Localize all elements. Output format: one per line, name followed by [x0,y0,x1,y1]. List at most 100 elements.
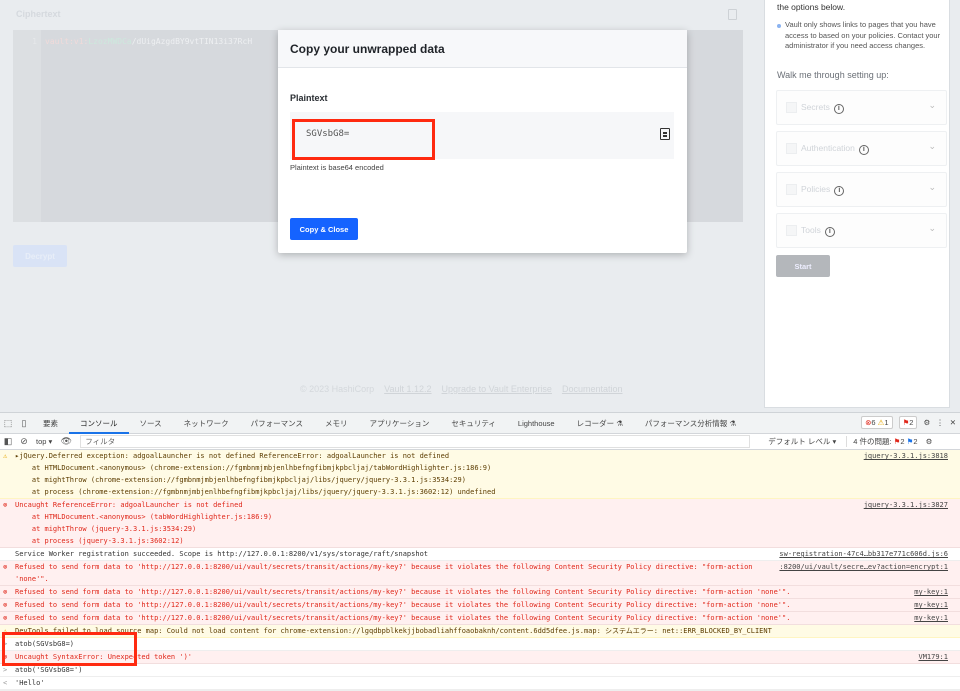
devtools-tab[interactable]: メモリ [314,413,359,434]
message-text: Refused to send form data to 'http://127… [15,601,790,609]
unwrap-modal: Copy your unwrapped data Plaintext SGVsb… [278,30,687,253]
item-label: Authentication [801,143,855,153]
checkbox[interactable] [786,143,797,154]
info-icon[interactable]: i [834,186,844,196]
error-icon: ⊗ [3,499,7,511]
issues-badge[interactable]: ⚑2 [899,416,918,429]
console-message: ⚠DevTools failed to load source map: Cou… [0,625,960,638]
source-link[interactable]: :8200/ui/vault/secre…ev?action=encrypt:1 [779,561,948,573]
footer: © 2023 HashiCorp Vault 1.12.2 Upgrade to… [300,384,623,394]
documentation-link[interactable]: Documentation [562,384,623,394]
sidebar-note: Vault only shows links to pages that you… [777,20,942,52]
wizard-item-tools[interactable]: Toolsi ⌄ [776,213,947,248]
highlight-box [2,632,137,666]
gear-icon[interactable]: ⚙ [923,418,930,427]
message-text: 'Hello' [15,679,45,687]
upgrade-link[interactable]: Upgrade to Vault Enterprise [442,384,552,394]
source-link[interactable]: my-key:1 [914,599,948,611]
item-label: Tools [801,225,821,235]
start-button[interactable]: Start [776,255,830,277]
message-text: Refused to send form data to 'http://127… [15,563,753,583]
devtools: ⬚ ▯ 要素コンソールソースネットワークパフォーマンスメモリアプリケーションセキ… [0,412,960,670]
error-icon: ⊗ [3,561,7,573]
line-number: 1 [13,30,41,222]
checkbox[interactable] [786,184,797,195]
source-link[interactable]: my-key:1 [914,586,948,598]
devtools-tab[interactable]: パフォーマンス [240,413,314,434]
console-message: ⊗Refused to send form data to 'http://12… [0,612,960,625]
item-label: Secrets [801,102,830,112]
wizard-item-secrets[interactable]: Secrets i ⌄ [776,90,947,125]
error-warning-counts[interactable]: ⊗6 ⚠1 [861,416,892,429]
console-message: ⊗ Refused to send form data to 'http://12… [0,586,960,599]
wizard-item-policies[interactable]: Policies i ⌄ [776,172,947,207]
console-message: >atob(SGVsbG8=) [0,638,960,651]
console-toolbar: ◧ ⊘ top ▾ 👁 フィルタ デフォルト レベル ▾ 4 件の問題: ⚑2 … [0,434,960,450]
ciphertext-value: vault:v1:LzozMWDCa/dUigAzgdBY9vtTIN13i37… [45,37,252,46]
devtools-tabs: ⬚ ▯ 要素コンソールソースネットワークパフォーマンスメモリアプリケーションセキ… [0,413,960,434]
console-settings-icon[interactable]: ⚙ [926,437,933,446]
error-count: 6 [871,418,875,427]
console-message: ⚠ ▸jQuery.Deferred exception: adgoalLaunc… [0,450,960,499]
context-select[interactable]: top ▾ [36,437,52,446]
warning-count: 1 [884,418,888,427]
message-text: ▸jQuery.Deferred exception: adgoalLaunch… [15,452,495,496]
devtools-tab[interactable]: コンソール [69,413,129,434]
version-link[interactable]: Vault 1.12.2 [384,384,431,394]
warning-icon: ⚠ [3,450,7,462]
chevron-down-icon[interactable]: ⌄ [928,182,936,193]
source-link[interactable]: jquery-3.3.1.js:3827 [864,499,948,511]
source-link[interactable]: VM179:1 [918,651,948,663]
devtools-tab[interactable]: セキュリティ [440,413,507,434]
error-icon: ⊗ [3,599,7,611]
message-text: Service Worker registration succeeded. S… [15,550,428,558]
prompt-icon: < [3,677,7,689]
copy-icon[interactable] [728,9,737,20]
console-message: ⊗ Refused to send form data to 'http://12… [0,561,960,586]
devtools-tab[interactable]: パフォーマンス分析情報 ⚗ [634,413,747,434]
level-select[interactable]: デフォルト レベル ▾ [768,436,836,447]
eye-icon[interactable]: 👁 [58,436,74,447]
error-icon: ⊗ [3,586,7,598]
copyright: © 2023 HashiCorp [300,384,374,394]
message-text: Refused to send form data to 'http://127… [15,588,790,596]
devtools-tab[interactable]: ネットワーク [173,413,240,434]
close-icon[interactable]: ✕ [950,418,956,427]
filter-input[interactable]: フィルタ [80,435,750,448]
devtools-tab[interactable]: 要素 [32,413,69,434]
chevron-down-icon[interactable]: ⌄ [928,100,936,111]
device-toolbar-icon[interactable]: ▯ [16,418,32,429]
console-message: ⊗ Refused to send form data to 'http://12… [0,599,960,612]
sidebar-toggle-icon[interactable]: ◧ [0,436,16,447]
more-icon[interactable]: ⋮ [936,418,944,427]
source-link[interactable]: jquery-3.3.1.js:3818 [864,450,948,462]
chevron-down-icon[interactable]: ⌄ [928,223,936,234]
info-icon[interactable]: i [834,104,844,114]
clipboard-icon[interactable] [660,128,670,140]
clear-console-icon[interactable]: ⊘ [16,436,32,447]
cipher-key: LzozMWDCa [88,37,131,46]
copy-close-button[interactable]: Copy & Close [290,218,358,240]
decrypt-button[interactable]: Decrypt [13,245,67,267]
cipher-prefix: vault:v1: [45,37,88,46]
issues-button[interactable]: 4 件の問題: ⚑2 ⚑2 [846,436,917,447]
source-link[interactable]: sw-registration-47c4…bb317e771c606d.js:6 [779,548,948,560]
devtools-tab[interactable]: ソース [129,413,173,434]
info-icon[interactable]: i [825,227,835,237]
devtools-tab[interactable]: レコーダー ⚗ [566,413,634,434]
checkbox[interactable] [786,102,797,113]
walk-heading: Walk me through setting up: [777,70,889,80]
info-icon[interactable]: i [859,145,869,155]
checkbox[interactable] [786,225,797,236]
item-label: Policies [801,184,830,194]
source-link[interactable]: my-key:1 [914,612,948,624]
inspect-icon[interactable]: ⬚ [0,418,16,429]
vault-app: Ciphertext 1 vault:v1:LzozMWDCa/dUigAzgd… [0,0,960,412]
devtools-tab[interactable]: アプリケーション [358,413,440,434]
chevron-down-icon[interactable]: ⌄ [928,141,936,152]
console-message: >atob('SGVsbG8=') [0,664,960,677]
wizard-sidebar: the options below. Vault only shows link… [764,0,950,408]
wizard-item-authentication[interactable]: Authentication i ⌄ [776,131,947,166]
console-message: ⊗Uncaught ReferenceError: adgoalLauncher… [0,499,960,548]
devtools-tab[interactable]: Lighthouse [507,413,566,434]
